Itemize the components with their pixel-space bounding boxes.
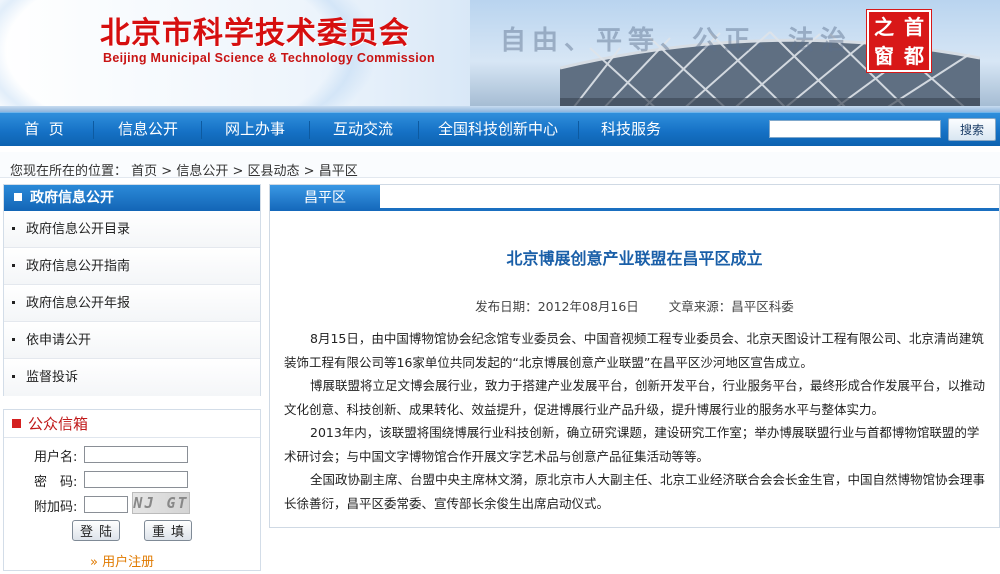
site-banner: 北京市科学技术委员会 Beijing Municipal Science & T… — [0, 0, 1000, 112]
article-paragraph: 全国政协副主席、台盟中央主席林文漪，原北京市人大副主任、北京工业经济联合会会长金… — [284, 472, 986, 511]
mailbox-title: 公众信箱 — [28, 415, 89, 433]
nav-item-home[interactable]: 首 页 — [0, 113, 88, 147]
sidebar-item-label: 政府信息公开指南 — [26, 259, 131, 274]
nav-separator — [578, 121, 579, 139]
breadcrumb-separator: > — [299, 164, 319, 179]
banner-slogan: 自由、平等、公正、法治 — [500, 26, 853, 56]
article-paragraph: 8月15日，由中国博物馆协会纪念馆专业委员会、中国音视频工程专业委员会、北京天图… — [284, 331, 984, 370]
square-bullet-icon — [12, 419, 21, 428]
mailbox-header: 公众信箱 — [4, 410, 260, 438]
public-mailbox-panel: 公众信箱 用户名: 密 码: 附加码: NJ GT 登陆 重填 » 用户注册 — [3, 409, 261, 571]
search-input[interactable] — [769, 120, 941, 138]
reset-button[interactable]: 重填 — [144, 520, 192, 541]
seal-char: 窗 — [874, 43, 894, 68]
bullet-icon — [12, 227, 15, 230]
article-panel: 昌平区 北京博展创意产业联盟在昌平区成立 发布日期：2012年08月16日 文章… — [269, 184, 1000, 528]
nav-item-online-services[interactable]: 网上办事 — [204, 113, 306, 147]
capital-window-seal-logo[interactable]: 之 首 窗 都 — [867, 10, 931, 72]
captcha-label: 附加码: — [34, 500, 78, 515]
sidebar-item-label: 监督投诉 — [26, 370, 79, 385]
breadcrumb: 您现在所在的位置： 首页 > 信息公开 > 区县动态 > 昌平区 — [10, 160, 358, 179]
square-bullet-icon — [14, 193, 22, 201]
breadcrumb-item-home[interactable]: 首页 — [131, 164, 157, 179]
bullet-icon — [12, 375, 15, 378]
sidebar-item-request-disclosure[interactable]: 依申请公开 — [4, 322, 260, 359]
captcha-input[interactable] — [84, 496, 128, 513]
article-meta: 发布日期：2012年08月16日 文章来源：昌平区科委 — [270, 296, 999, 315]
breadcrumb-item-changping[interactable]: 昌平区 — [319, 164, 358, 179]
nav-item-tech-services[interactable]: 科技服务 — [582, 113, 680, 147]
seal-char: 首 — [904, 14, 924, 39]
seal-char: 都 — [904, 43, 924, 68]
breadcrumb-prefix: 您现在所在的位置： — [10, 164, 128, 179]
article-paragraph: 2013年内，该联盟将围绕博展行业科技创新，确立研究课题，建设研究工作室；举办博… — [284, 425, 980, 464]
breadcrumb-separator: > — [228, 164, 248, 179]
sidebar-item-annual-report[interactable]: 政府信息公开年报 — [4, 285, 260, 322]
article-tab-bar: 昌平区 — [270, 185, 999, 211]
sidebar-item-complaints[interactable]: 监督投诉 — [4, 359, 260, 396]
tab-changping[interactable]: 昌平区 — [270, 185, 380, 211]
password-label: 密 码: — [34, 475, 78, 490]
article-source: 昌平区科委 — [731, 299, 794, 314]
nav-separator — [309, 121, 310, 139]
password-input[interactable] — [84, 471, 188, 488]
breadcrumb-separator: > — [157, 164, 177, 179]
source-label: 文章来源： — [668, 299, 732, 314]
bullet-icon — [12, 338, 15, 341]
nav-item-interaction[interactable]: 互动交流 — [312, 113, 414, 147]
site-subtitle: Beijing Municipal Science & Technology C… — [103, 51, 435, 65]
breadcrumb-item-info-disclosure[interactable]: 信息公开 — [176, 164, 228, 179]
nav-item-innovation-center[interactable]: 全国科技创新中心 — [422, 113, 574, 147]
article-body: 8月15日，由中国博物馆协会纪念馆专业委员会、中国音视频工程专业委员会、北京天图… — [284, 327, 986, 515]
bullet-icon — [12, 301, 15, 304]
nav-separator — [418, 121, 419, 139]
username-input[interactable] — [84, 446, 188, 463]
article-title: 北京博展创意产业联盟在昌平区成立 — [506, 249, 763, 268]
sidebar-item-guide[interactable]: 政府信息公开指南 — [4, 248, 260, 285]
nav-separator — [201, 121, 202, 139]
nav-separator — [93, 121, 94, 139]
captcha-image[interactable]: NJ GT — [132, 492, 190, 514]
bullet-icon — [12, 264, 15, 267]
nav-item-info-disclosure[interactable]: 信息公开 — [96, 113, 200, 147]
search-button[interactable]: 搜索 — [948, 118, 996, 141]
sidebar-item-label: 政府信息公开目录 — [26, 222, 131, 237]
register-link[interactable]: » 用户注册 — [90, 551, 154, 570]
breadcrumb-item-district-news[interactable]: 区县动态 — [248, 164, 300, 179]
sidebar-header: 政府信息公开 — [4, 185, 260, 211]
sidebar-item-label: 依申请公开 — [26, 333, 92, 348]
username-label: 用户名: — [34, 450, 78, 465]
login-button[interactable]: 登陆 — [72, 520, 120, 541]
site-title: 北京市科学技术委员会 — [100, 16, 410, 51]
article-paragraph: 博展联盟将立足文博会展行业，致力于搭建产业发展平台，创新开发平台，行业服务平台，… — [284, 378, 986, 417]
sidebar-item-catalog[interactable]: 政府信息公开目录 — [4, 211, 260, 248]
sidebar-title: 政府信息公开 — [30, 190, 114, 206]
publish-date-label: 发布日期： — [475, 299, 538, 314]
seal-char: 之 — [874, 14, 894, 39]
sidebar-gov-info: 政府信息公开 政府信息公开目录 政府信息公开指南 政府信息公开年报 依申请公开 … — [3, 184, 261, 396]
sidebar-item-label: 政府信息公开年报 — [26, 296, 131, 311]
publish-date: 2012年08月16日 — [537, 299, 639, 314]
